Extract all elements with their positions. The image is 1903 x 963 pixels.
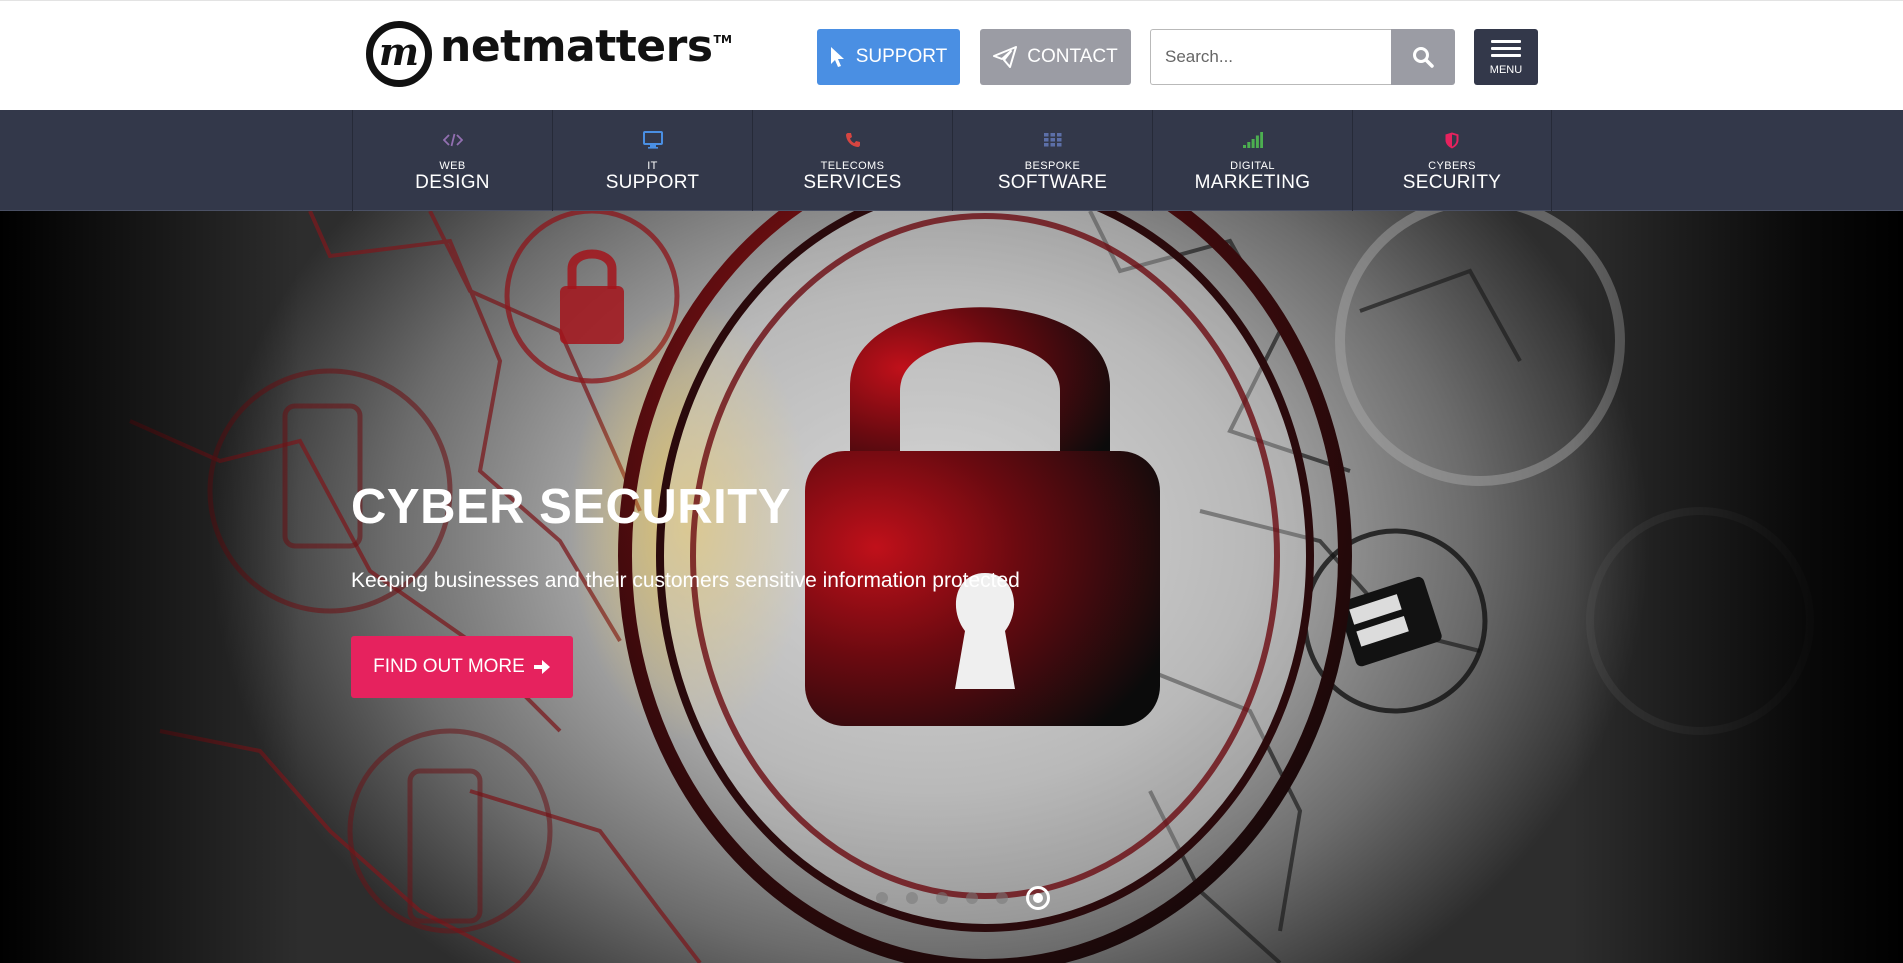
search-input[interactable] bbox=[1150, 29, 1392, 85]
slider-pagination bbox=[876, 886, 1050, 910]
service-navigation: WEB DESIGN IT SUPPORT TELECOMS SERVICES … bbox=[0, 110, 1903, 211]
signal-bars-icon bbox=[1242, 130, 1263, 150]
search-form bbox=[1150, 29, 1455, 85]
slider-dot-active[interactable] bbox=[1026, 886, 1050, 910]
support-button[interactable]: SUPPORT bbox=[817, 29, 960, 85]
contact-button-label: CONTACT bbox=[1027, 46, 1118, 67]
nav-item-label-big: MARKETING bbox=[1194, 172, 1311, 194]
code-icon bbox=[442, 130, 463, 150]
nav-item-web-design[interactable]: WEB DESIGN bbox=[352, 110, 552, 211]
logo-wordmark: netmatters bbox=[440, 21, 713, 72]
nav-item-bespoke-software[interactable]: BESPOKE SOFTWARE bbox=[952, 110, 1152, 211]
find-out-more-label: FIND OUT MORE bbox=[373, 656, 525, 677]
hero-slider: CYBER SECURITY Keeping businesses and th… bbox=[0, 211, 1903, 963]
hero-subtitle: Keeping businesses and their customers s… bbox=[351, 569, 1020, 592]
slider-dot[interactable] bbox=[996, 892, 1008, 904]
nav-item-label-big: DESIGN bbox=[415, 172, 490, 194]
hero-shade-right bbox=[1573, 211, 1903, 963]
nav-item-it-support[interactable]: IT SUPPORT bbox=[552, 110, 752, 211]
nav-item-label-big: SUPPORT bbox=[605, 172, 700, 194]
phone-icon bbox=[843, 130, 863, 150]
logo-mark-icon: m bbox=[366, 21, 432, 87]
logo-trademark: TM bbox=[713, 33, 732, 46]
slider-dot[interactable] bbox=[876, 892, 888, 904]
slider-dot[interactable] bbox=[966, 892, 978, 904]
slider-dot[interactable] bbox=[906, 892, 918, 904]
contact-button[interactable]: CONTACT bbox=[980, 29, 1131, 85]
slider-dot[interactable] bbox=[936, 892, 948, 904]
arrow-right-icon bbox=[533, 660, 550, 674]
hero-title: CYBER SECURITY bbox=[351, 480, 791, 534]
nav-item-label-big: SOFTWARE bbox=[997, 172, 1108, 194]
shield-icon bbox=[1442, 130, 1462, 150]
site-header: m netmatters TM SUPPORT CONTACT MENU bbox=[0, 0, 1903, 110]
search-button[interactable] bbox=[1391, 29, 1455, 85]
hamburger-icon-bar bbox=[1491, 47, 1521, 50]
netmatters-logo[interactable]: m netmatters TM bbox=[366, 21, 732, 87]
nav-item-label-big: SECURITY bbox=[1402, 172, 1502, 194]
monitor-icon bbox=[642, 130, 663, 150]
grid-icon bbox=[1043, 130, 1063, 150]
cursor-arrow-icon bbox=[830, 47, 844, 67]
hamburger-icon-bar bbox=[1491, 54, 1521, 57]
search-icon bbox=[1413, 47, 1434, 68]
nav-item-cyber-security[interactable]: CYBERS SECURITY bbox=[1352, 110, 1552, 211]
support-button-label: SUPPORT bbox=[855, 46, 948, 67]
nav-item-telecoms-services[interactable]: TELECOMS SERVICES bbox=[752, 110, 952, 211]
paper-plane-icon bbox=[993, 46, 1018, 68]
menu-button-label: MENU bbox=[1489, 64, 1523, 76]
nav-item-digital-marketing[interactable]: DIGITAL MARKETING bbox=[1152, 110, 1352, 211]
hamburger-icon bbox=[1491, 40, 1521, 43]
nav-item-label-big: SERVICES bbox=[803, 172, 902, 194]
hero-shade-left bbox=[0, 211, 300, 963]
find-out-more-button[interactable]: FIND OUT MORE bbox=[351, 636, 573, 698]
menu-button[interactable]: MENU bbox=[1474, 29, 1538, 85]
